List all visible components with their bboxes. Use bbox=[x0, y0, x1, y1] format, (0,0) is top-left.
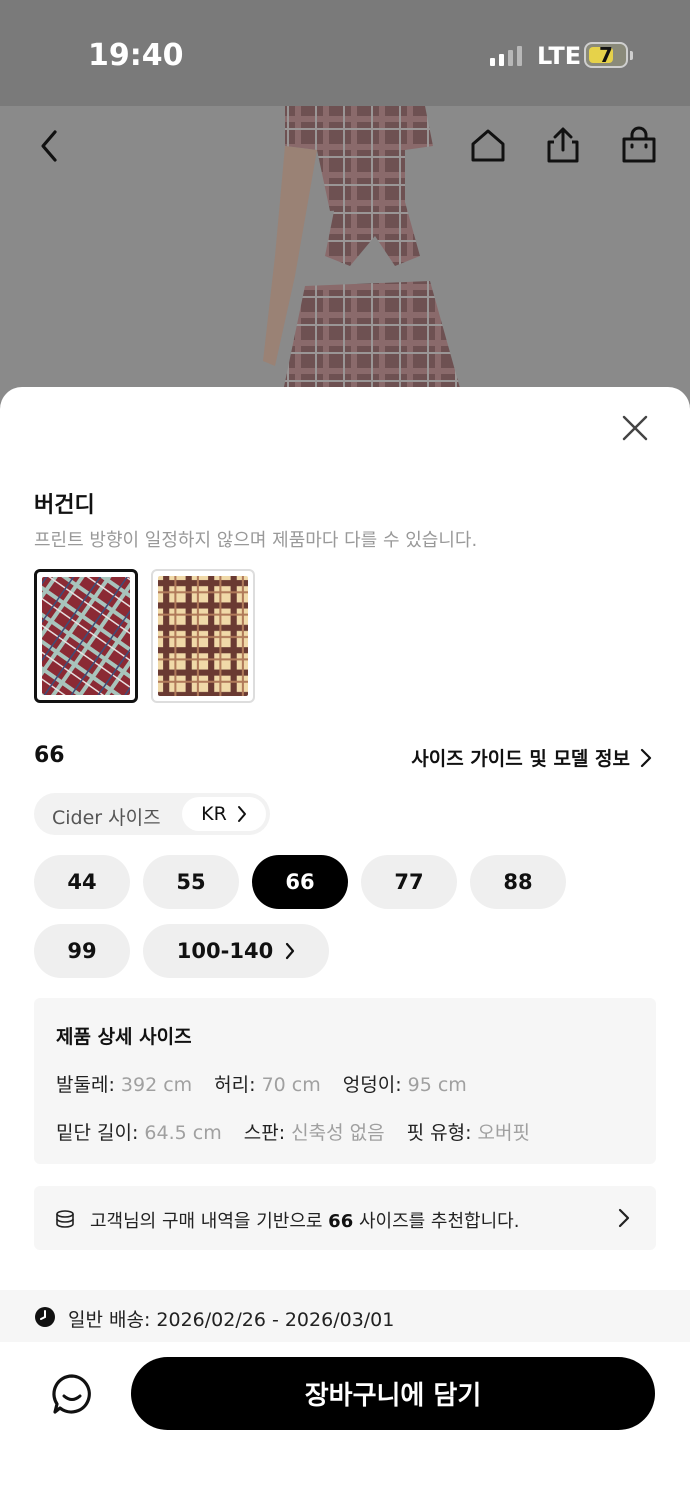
color-name: 버건디 bbox=[34, 493, 95, 518]
size-option-label: 99 bbox=[67, 939, 97, 963]
color-swatch-burgundy[interactable] bbox=[34, 569, 138, 703]
cell-signal-icon bbox=[490, 46, 522, 66]
size-detail-row: 발둘레: 392 cm 허리: 70 cm 엉덩이: 95 cm bbox=[56, 1070, 467, 1097]
chevron-right-icon bbox=[237, 806, 246, 822]
size-option-77[interactable]: 77 bbox=[361, 855, 457, 909]
chevron-right-icon bbox=[640, 748, 652, 767]
battery-icon: 7 bbox=[584, 42, 628, 68]
size-detail-row: 밑단 길이: 64.5 cm 스판: 신축성 없음 핏 유형: 오버핏 bbox=[56, 1118, 530, 1145]
detail-item-hem-length: 밑단 길이: 64.5 cm bbox=[56, 1122, 222, 1144]
size-system-value: KR bbox=[201, 803, 227, 825]
size-option-label: 88 bbox=[503, 870, 533, 894]
size-option-label: 100-140 bbox=[176, 939, 274, 963]
detail-item-waist: 허리: 70 cm bbox=[214, 1074, 321, 1096]
network-type: LTE bbox=[537, 42, 582, 70]
size-option-55[interactable]: 55 bbox=[143, 855, 239, 909]
detail-item-hem: 발둘레: 392 cm bbox=[56, 1074, 193, 1096]
size-option-label: 77 bbox=[394, 870, 424, 894]
size-option-100-140[interactable]: 100-140 bbox=[143, 924, 329, 978]
clock-icon bbox=[35, 1307, 55, 1327]
status-bar: 19:40 LTE 7 bbox=[0, 0, 690, 106]
size-option-66[interactable]: 66 bbox=[252, 855, 348, 909]
share-icon[interactable] bbox=[541, 124, 585, 168]
size-guide-link[interactable]: 사이즈 가이드 및 모델 정보 bbox=[411, 744, 652, 771]
size-system-label: Cider 사이즈 bbox=[52, 807, 161, 829]
plaid-pattern-burgundy bbox=[42, 577, 130, 695]
status-time: 19:40 bbox=[88, 38, 184, 73]
detail-item-fit: 핏 유형: 오버핏 bbox=[406, 1122, 530, 1144]
size-system-selector[interactable]: KR bbox=[182, 797, 266, 831]
battery-level: 7 bbox=[599, 43, 613, 67]
detail-item-stretch: 스판: 신축성 없음 bbox=[243, 1122, 385, 1144]
size-option-label: 66 bbox=[285, 870, 315, 894]
size-detail-title: 제품 상세 사이즈 bbox=[56, 1026, 192, 1048]
detail-item-hip: 엉덩이: 95 cm bbox=[342, 1074, 467, 1096]
plaid-pattern-brown bbox=[158, 576, 248, 696]
close-icon[interactable] bbox=[620, 413, 650, 443]
chevron-right-icon[interactable] bbox=[618, 1208, 630, 1228]
model-image bbox=[263, 106, 465, 406]
selected-size-label: 66 bbox=[34, 743, 65, 768]
size-option-44[interactable]: 44 bbox=[34, 855, 130, 909]
add-to-cart-label: 장바구니에 담기 bbox=[304, 1381, 482, 1411]
size-guide-text: 사이즈 가이드 및 모델 정보 bbox=[411, 748, 630, 770]
size-option-99[interactable]: 99 bbox=[34, 924, 130, 978]
coins-icon bbox=[56, 1210, 74, 1228]
color-note: 프린트 방향이 일정하지 않으며 제품마다 다를 수 있습니다. bbox=[34, 530, 478, 551]
shipping-date-text: 일반 배송: 2026/02/26 - 2026/03/01 bbox=[68, 1309, 395, 1331]
size-option-88[interactable]: 88 bbox=[470, 855, 566, 909]
size-option-label: 44 bbox=[67, 870, 97, 894]
chevron-right-icon bbox=[286, 942, 295, 960]
add-to-cart-button[interactable]: 장바구니에 담기 bbox=[131, 1357, 655, 1430]
chat-icon[interactable] bbox=[50, 1372, 94, 1416]
size-recommendation-text: 고객님의 구매 내역을 기반으로 66 사이즈를 추천합니다. bbox=[90, 1211, 520, 1232]
size-option-label: 55 bbox=[176, 870, 206, 894]
color-swatch-brown[interactable] bbox=[151, 569, 255, 703]
shopping-bag-icon[interactable] bbox=[617, 124, 661, 168]
back-icon[interactable] bbox=[28, 124, 72, 168]
home-icon[interactable] bbox=[466, 124, 510, 168]
